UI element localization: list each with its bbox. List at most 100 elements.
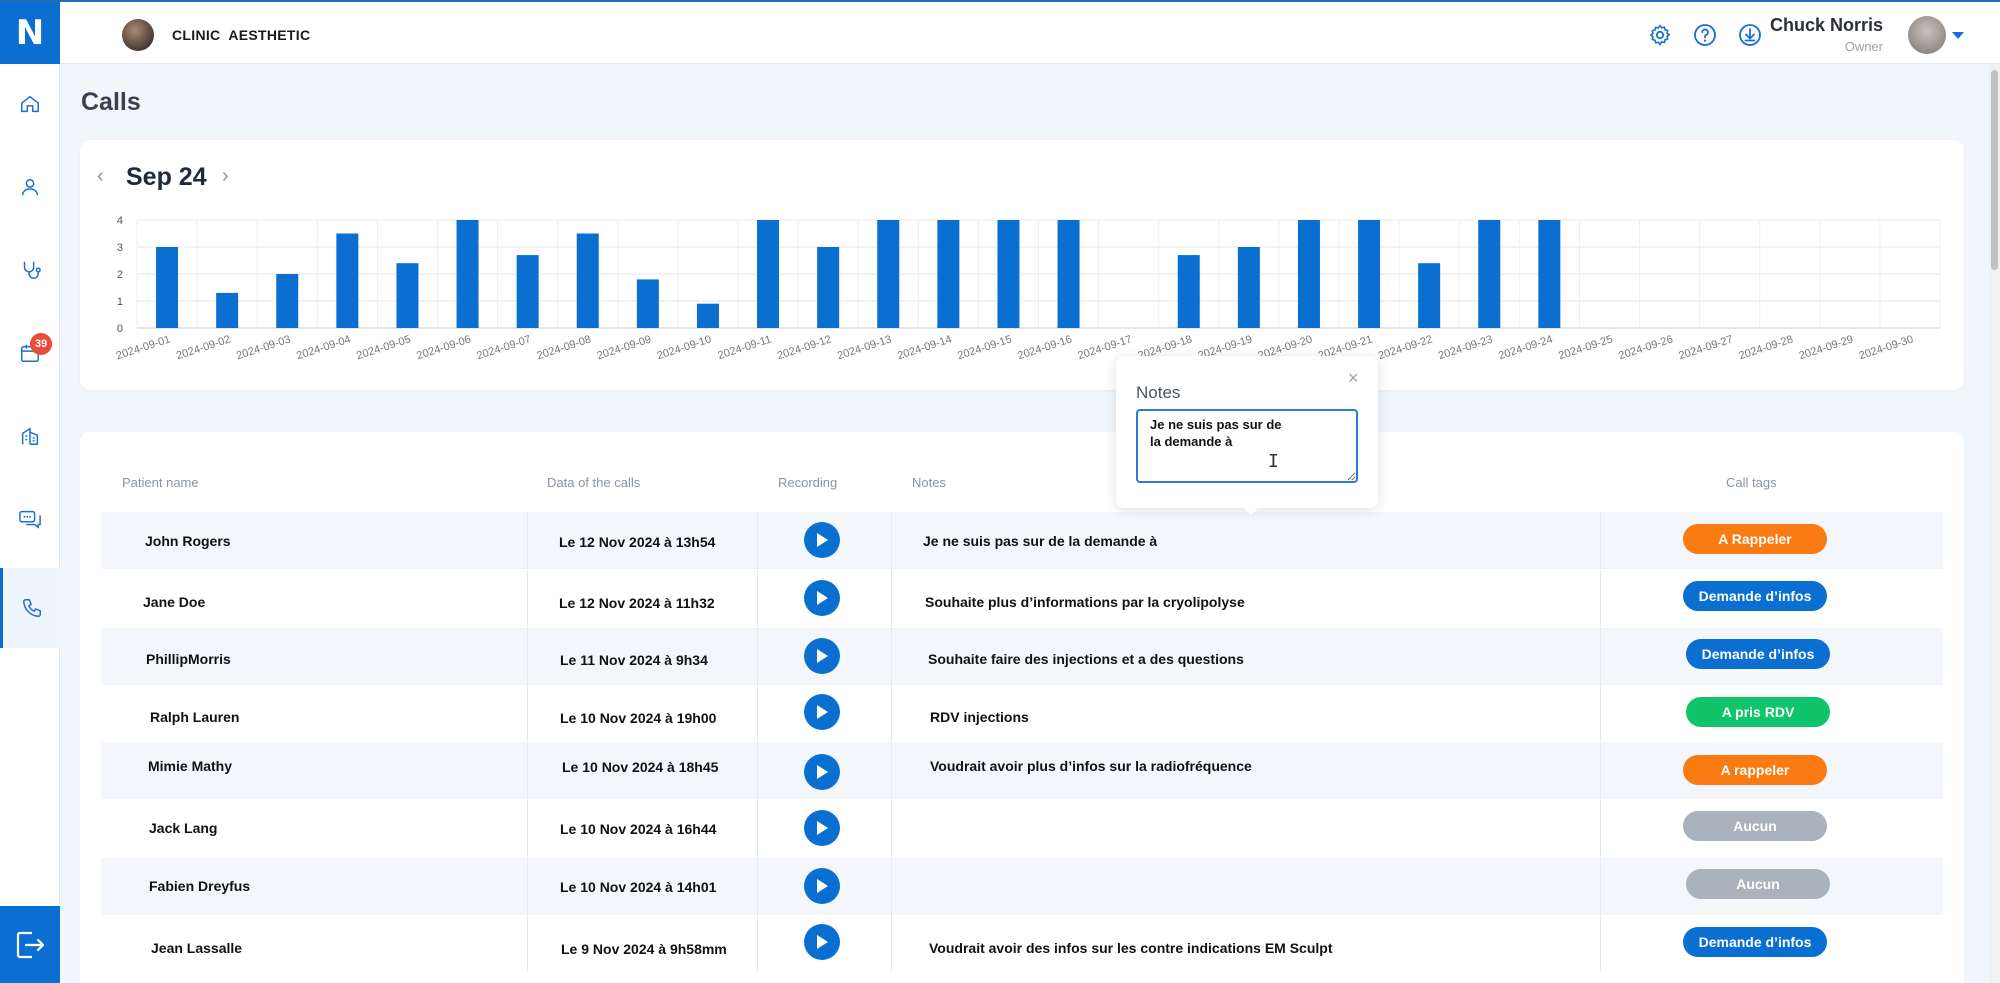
- x-tick-label: 2024-09-07: [475, 333, 532, 362]
- clinic-avatar[interactable]: [122, 19, 154, 51]
- bar: [757, 220, 780, 328]
- x-tick-label: 2024-09-02: [175, 333, 232, 362]
- bar: [396, 263, 419, 328]
- column-divider: [527, 628, 528, 685]
- clinic-name: CLINIC AESTHETIC: [172, 27, 311, 43]
- column-divider: [891, 628, 892, 685]
- call-notes[interactable]: Voudrait avoir plus d’infos sur la radio…: [930, 758, 1252, 774]
- play-recording-button[interactable]: [804, 810, 840, 846]
- play-icon: [817, 821, 828, 835]
- gear-icon[interactable]: [1648, 23, 1672, 47]
- sidebar-item-calls[interactable]: [0, 568, 60, 648]
- bar: [937, 220, 960, 328]
- table-row[interactable]: Fabien Dreyfus Le 10 Nov 2024 à 14h01 Aucu…: [101, 858, 1943, 915]
- bar: [877, 220, 900, 328]
- call-notes[interactable]: Je ne suis pas sur de la demande à: [923, 533, 1157, 549]
- app-logo[interactable]: N: [0, 2, 60, 64]
- scrollbar-thumb[interactable]: [1991, 70, 1998, 270]
- call-date: Le 9 Nov 2024 à 9h58mm: [561, 941, 727, 957]
- bar: [516, 255, 539, 328]
- user-role: Owner: [1844, 39, 1883, 54]
- column-divider: [757, 742, 758, 799]
- call-tag-badge[interactable]: Demande d’infos: [1683, 927, 1827, 957]
- play-icon: [817, 935, 828, 949]
- play-recording-button[interactable]: [804, 924, 840, 960]
- x-tick-label: 2024-09-14: [896, 333, 953, 362]
- patient-name[interactable]: PhillipMorris: [146, 651, 231, 667]
- column-divider: [757, 800, 758, 857]
- play-icon: [817, 705, 828, 719]
- column-divider: [527, 512, 528, 569]
- logout-button[interactable]: [0, 906, 60, 983]
- bar: [817, 247, 840, 328]
- play-recording-button[interactable]: [804, 868, 840, 904]
- patient-name[interactable]: Jack Lang: [149, 820, 217, 836]
- call-notes[interactable]: Souhaite faire des injections et a des q…: [928, 651, 1244, 667]
- table-row[interactable]: PhillipMorris Le 11 Nov 2024 à 9h34 Souhai…: [101, 628, 1943, 685]
- table-row[interactable]: Mimie Mathy Le 10 Nov 2024 à 18h45 Voudrai…: [101, 742, 1943, 799]
- chevron-down-icon[interactable]: [1952, 32, 1964, 39]
- sidebar-item-home[interactable]: [0, 64, 60, 144]
- call-tag-badge[interactable]: Demande d’infos: [1683, 581, 1827, 611]
- close-icon[interactable]: ×: [1348, 368, 1359, 389]
- prev-month-button[interactable]: ‹: [97, 165, 104, 188]
- table-row[interactable]: John Rogers Le 12 Nov 2024 à 13h54 Je ne s…: [101, 512, 1943, 569]
- help-icon[interactable]: [1693, 23, 1717, 47]
- patient-name[interactable]: Jean Lassalle: [151, 940, 242, 956]
- call-tag-badge[interactable]: Aucun: [1683, 811, 1827, 841]
- call-notes[interactable]: RDV injections: [930, 709, 1029, 725]
- x-tick-label: 2024-09-13: [836, 333, 893, 362]
- notes-textarea[interactable]: Je ne suis pas sur de la demande à: [1136, 409, 1358, 483]
- sidebar-item-patients[interactable]: [0, 147, 60, 227]
- call-tag-badge[interactable]: A rappeler: [1683, 755, 1827, 785]
- header-call-tags: Call tags: [1726, 475, 1777, 490]
- sidebar-item-clinic[interactable]: [0, 396, 60, 476]
- x-tick-label: 2024-09-25: [1557, 333, 1614, 362]
- call-tag-badge[interactable]: A pris RDV: [1686, 697, 1830, 727]
- call-tag-badge[interactable]: Demande d’infos: [1686, 639, 1830, 669]
- header-call-date: Data of the calls: [547, 475, 641, 490]
- call-notes[interactable]: Souhaite plus d’informations par la cryo…: [925, 594, 1245, 610]
- column-divider: [1600, 512, 1601, 569]
- x-tick-label: 2024-09-06: [415, 333, 472, 362]
- phone-icon: [22, 599, 41, 617]
- column-divider: [891, 800, 892, 857]
- column-divider: [527, 800, 528, 857]
- x-tick-label: 2024-09-04: [295, 333, 352, 362]
- table-row[interactable]: Jack Lang Le 10 Nov 2024 à 16h44 Aucun: [101, 800, 1943, 857]
- header-recording: Recording: [778, 475, 838, 490]
- sidebar-item-messages[interactable]: [0, 479, 60, 559]
- x-tick-label: 2024-09-29: [1798, 333, 1855, 362]
- table-row[interactable]: Jane Doe Le 12 Nov 2024 à 11h32 Souhaite p…: [101, 570, 1943, 627]
- y-tick-label: 3: [117, 242, 123, 254]
- column-divider: [891, 684, 892, 741]
- patient-name[interactable]: Ralph Lauren: [150, 709, 239, 725]
- table-row[interactable]: Ralph Lauren Le 10 Nov 2024 à 19h00 RDV in…: [101, 684, 1943, 741]
- play-recording-button[interactable]: [804, 580, 840, 616]
- play-recording-button[interactable]: [804, 638, 840, 674]
- patient-name[interactable]: John Rogers: [145, 533, 231, 549]
- sidebar-item-calendar[interactable]: 39: [0, 313, 60, 393]
- column-divider: [1600, 858, 1601, 915]
- x-tick-label: 2024-09-28: [1737, 333, 1794, 362]
- sidebar-item-treatments[interactable]: [0, 230, 60, 310]
- column-divider: [757, 858, 758, 915]
- call-tag-badge[interactable]: A Rappeler: [1683, 524, 1827, 554]
- column-divider: [757, 684, 758, 741]
- play-recording-button[interactable]: [804, 522, 840, 558]
- patient-name[interactable]: Fabien Dreyfus: [149, 878, 250, 894]
- call-tag-badge[interactable]: Aucun: [1686, 869, 1830, 899]
- sidebar: 39: [0, 64, 60, 983]
- patient-name[interactable]: Mimie Mathy: [148, 758, 232, 774]
- next-month-button[interactable]: ›: [222, 165, 229, 188]
- download-icon[interactable]: [1738, 23, 1762, 47]
- table-row[interactable]: Jean Lassalle Le 9 Nov 2024 à 9h58mm Voudr…: [101, 914, 1943, 971]
- user-name[interactable]: Chuck Norris: [1770, 15, 1883, 36]
- user-avatar[interactable]: [1908, 16, 1946, 54]
- play-recording-button[interactable]: [804, 694, 840, 730]
- column-divider: [757, 512, 758, 569]
- patient-name[interactable]: Jane Doe: [143, 594, 205, 610]
- call-notes[interactable]: Voudrait avoir des infos sur les contre …: [929, 940, 1332, 956]
- play-recording-button[interactable]: [804, 754, 840, 790]
- play-icon: [817, 649, 828, 663]
